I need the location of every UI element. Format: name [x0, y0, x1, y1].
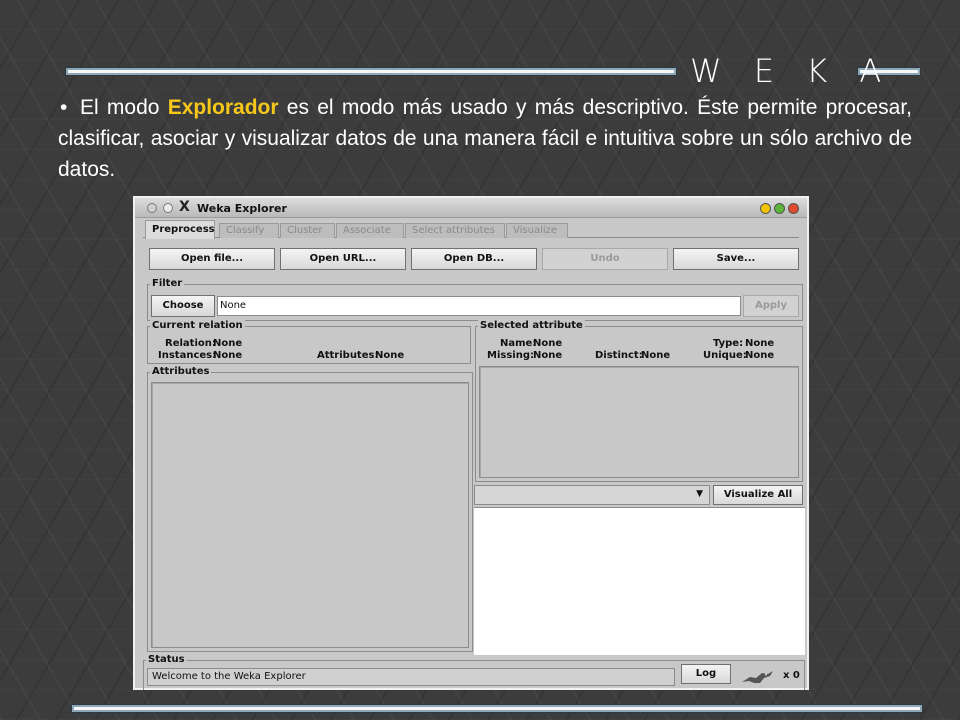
- attribute-chart-area: [474, 507, 805, 655]
- filter-field[interactable]: None: [217, 296, 741, 316]
- open-url-button[interactable]: Open URL...: [280, 248, 406, 270]
- window-menu-icon[interactable]: [147, 203, 157, 213]
- body-text-start: El modo: [80, 96, 168, 119]
- name-label: Name:: [500, 338, 537, 349]
- status-title: Status: [146, 654, 187, 666]
- choose-filter-button[interactable]: Choose: [151, 295, 215, 317]
- filter-title: Filter: [150, 278, 185, 290]
- weka-bird-icon: [742, 671, 773, 683]
- attributes-list[interactable]: [151, 382, 469, 648]
- class-attribute-dropdown[interactable]: ▼: [474, 485, 710, 505]
- relation-value: None: [213, 338, 243, 349]
- unique-value: None: [745, 350, 775, 361]
- distinct-value: None: [641, 350, 671, 361]
- selected-attribute-title: Selected attribute: [478, 320, 585, 332]
- open-db-button[interactable]: Open DB...: [411, 248, 537, 270]
- tab-strip: Preprocess Classify Cluster Associate Se…: [143, 220, 799, 239]
- tab-classify[interactable]: Classify: [219, 223, 279, 238]
- attributes-count-value: None: [375, 350, 405, 361]
- status-message: Welcome to the Weka Explorer: [147, 668, 675, 686]
- attributes-title: Attributes: [150, 366, 212, 378]
- minimize-icon[interactable]: [760, 203, 771, 214]
- window-title: Weka Explorer: [197, 202, 287, 215]
- name-value: None: [533, 338, 563, 349]
- attributes-count-label: Attributes:: [317, 350, 379, 361]
- instances-label: Instances:: [158, 350, 217, 361]
- task-count: x 0: [783, 670, 800, 681]
- slide-title: W E K A: [690, 52, 893, 90]
- maximize-icon[interactable]: [774, 203, 785, 214]
- selected-attribute-table[interactable]: [479, 366, 799, 478]
- tab-select-attributes[interactable]: Select attributes: [405, 223, 505, 238]
- apply-filter-button[interactable]: Apply: [743, 295, 799, 317]
- undo-button[interactable]: Undo: [542, 248, 668, 270]
- type-label: Type:: [713, 338, 744, 349]
- top-left-divider: [66, 68, 676, 75]
- tab-associate[interactable]: Associate: [336, 223, 404, 238]
- tab-preprocess[interactable]: Preprocess: [145, 220, 215, 239]
- missing-value: None: [533, 350, 563, 361]
- slide-body-text: • El modo Explorador es el modo más usado…: [58, 92, 912, 185]
- save-button[interactable]: Save...: [673, 248, 799, 270]
- weka-logo-icon: X: [179, 199, 190, 215]
- bottom-divider: [72, 705, 922, 712]
- tab-visualize[interactable]: Visualize: [506, 223, 568, 238]
- window-pin-icon[interactable]: [163, 203, 173, 213]
- body-text-highlight: Explorador: [167, 96, 279, 119]
- log-button[interactable]: Log: [681, 664, 731, 684]
- distinct-label: Distinct:: [595, 350, 643, 361]
- tab-cluster[interactable]: Cluster: [280, 223, 335, 238]
- current-relation-title: Current relation: [150, 320, 245, 332]
- type-value: None: [745, 338, 775, 349]
- chevron-down-icon: ▼: [696, 489, 703, 499]
- bullet-icon: •: [60, 96, 68, 119]
- close-icon[interactable]: [788, 203, 799, 214]
- open-file-button[interactable]: Open file...: [149, 248, 275, 270]
- weka-explorer-window: X Weka Explorer Preprocess Classify Clus…: [133, 196, 809, 690]
- instances-value: None: [213, 350, 243, 361]
- visualize-all-button[interactable]: Visualize All: [713, 485, 803, 505]
- window-titlebar: X Weka Explorer: [135, 198, 807, 218]
- missing-label: Missing:: [487, 350, 534, 361]
- unique-label: Unique:: [703, 350, 747, 361]
- relation-label: Relation:: [165, 338, 216, 349]
